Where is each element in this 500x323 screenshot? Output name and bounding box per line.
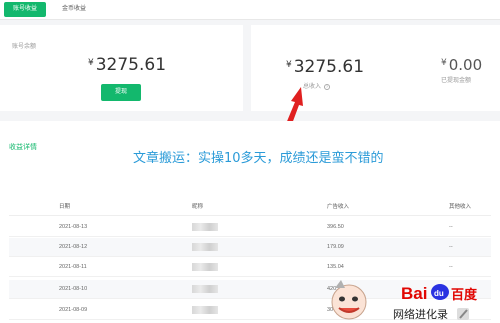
blurred-nickname — [192, 218, 218, 237]
currency-symbol: ¥ — [88, 58, 94, 68]
column-nickname: 昵称 — [192, 204, 204, 210]
withdrawn-label: 已提现金额 — [441, 78, 472, 84]
blurred-nickname — [192, 238, 218, 257]
table-row: 2021-08-12 179.09 -- — [9, 238, 491, 257]
blurred-nickname — [192, 280, 218, 299]
tab-account-earnings[interactable]: 账号收益 — [4, 2, 46, 17]
withdrawn-value: 0.00 — [448, 56, 483, 74]
pen-icon — [457, 308, 469, 320]
balance-label: 账号余额 — [12, 44, 37, 50]
overlay-caption: 文章搬运：实操10多天，成绩还是蛮不错的 — [133, 151, 384, 166]
withdraw-button[interactable]: 提现 — [101, 84, 141, 101]
baidu-paw-text: du — [434, 289, 444, 298]
column-other-income: 其他收入 — [449, 204, 472, 210]
balance-amount: ¥3275.61 — [88, 55, 166, 75]
currency-symbol: ¥ — [441, 58, 447, 68]
row-ad-income: 396.50 — [327, 224, 344, 230]
row-date: 2021-08-09 — [59, 307, 88, 313]
total-income-value: 3275.61 — [293, 57, 365, 77]
blurred-nickname — [192, 258, 218, 277]
total-income-amount: ¥3275.61 — [286, 57, 364, 77]
row-date: 2021-08-10 — [59, 286, 88, 292]
total-income-text: 总收入 — [303, 84, 322, 90]
details-title: 收益详情 — [9, 144, 37, 151]
row-date: 2021-08-11 — [59, 264, 87, 270]
row-other-income: -- — [449, 244, 453, 250]
baidu-bai-text: Bai — [401, 284, 427, 303]
row-ad-income: 179.09 — [327, 244, 344, 250]
blurred-nickname — [192, 301, 218, 320]
row-date: 2021-08-12 — [59, 244, 88, 250]
mascot-icon — [331, 280, 367, 320]
withdrawn-amount: ¥0.00 — [441, 55, 482, 74]
column-ad-income: 广告收入 — [327, 204, 350, 210]
tab-coin-earnings[interactable]: 金币收益 — [56, 2, 92, 17]
currency-symbol: ¥ — [286, 60, 292, 70]
total-income-label: 总收入? — [303, 81, 331, 90]
row-other-income: -- — [449, 224, 453, 230]
column-date: 日期 — [59, 204, 71, 210]
baidu-paw-icon: du — [431, 284, 449, 300]
tab-bar: 账号收益 金币收益 — [0, 0, 500, 20]
info-icon[interactable]: ? — [324, 84, 331, 90]
baidu-watermark: Bai du 百度 网络进化录 — [331, 280, 478, 321]
table-header: 日期 昵称 广告收入 其他收入 — [9, 199, 491, 216]
row-date: 2021-08-13 — [59, 224, 88, 230]
baidu-cn-text: 百度 — [451, 287, 478, 303]
balance-value: 3275.61 — [95, 55, 167, 75]
watermark-account-text: 网络进化录 — [393, 307, 448, 321]
table-row: 2021-08-13 396.50 -- — [9, 218, 491, 237]
